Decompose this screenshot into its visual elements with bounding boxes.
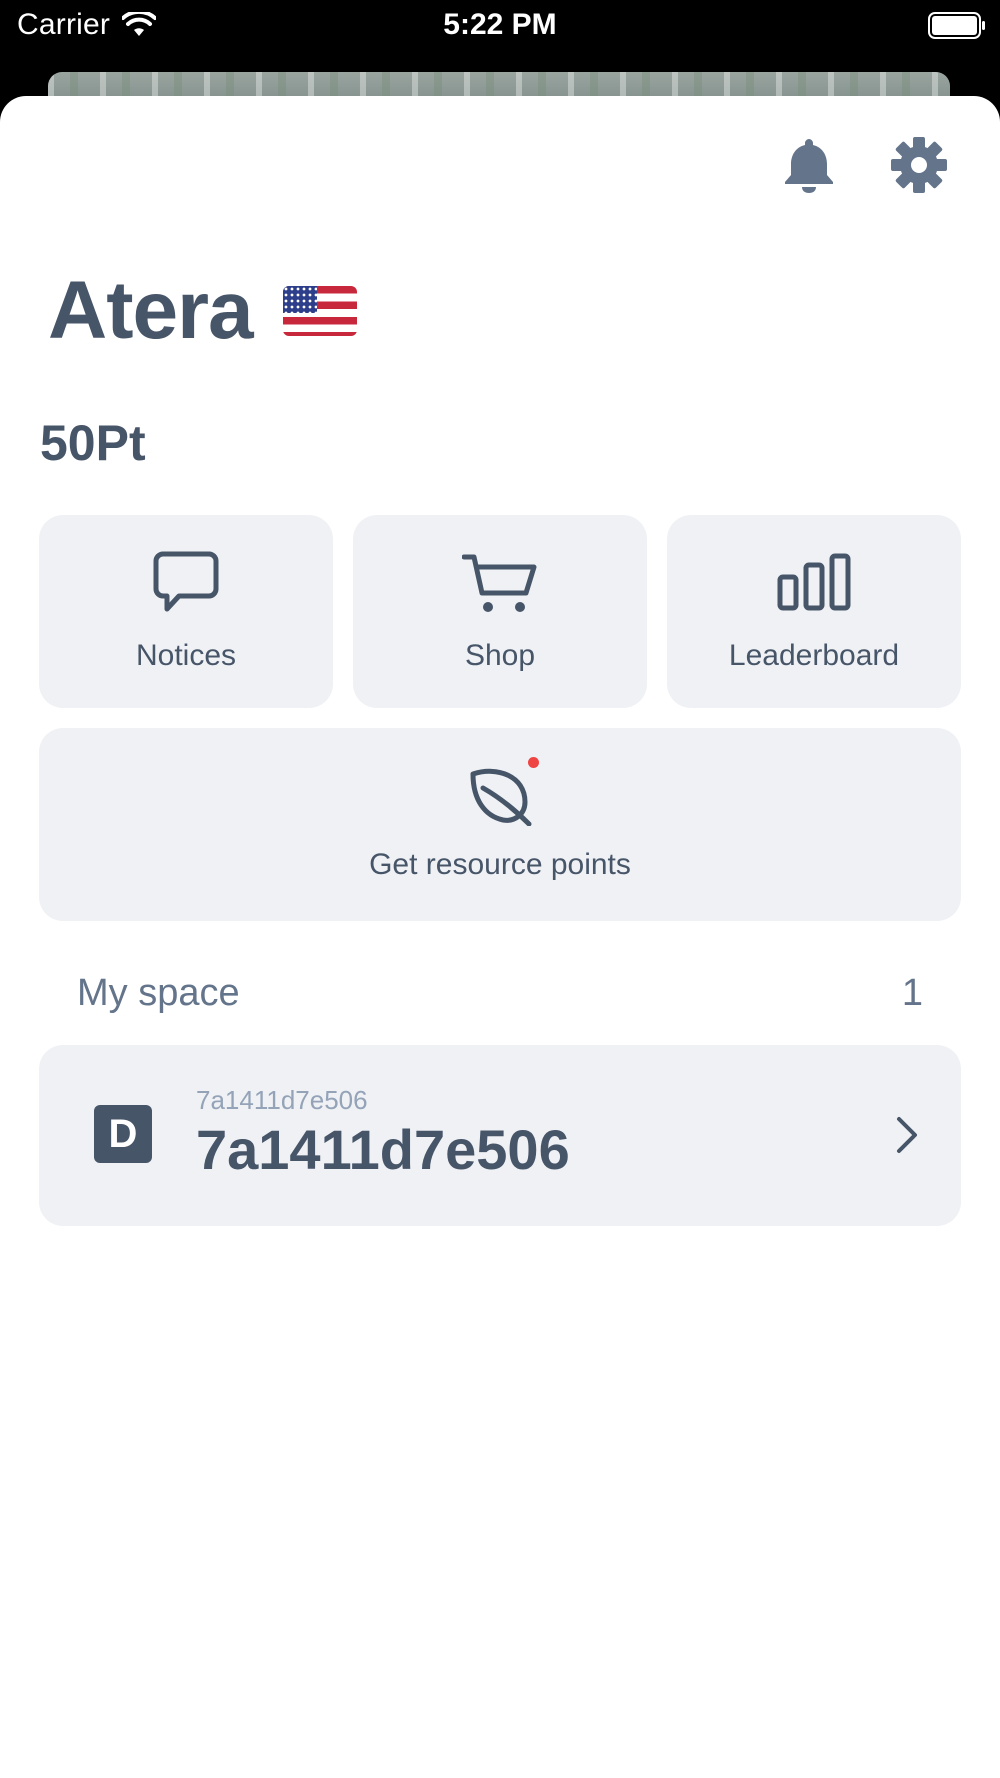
home-sheet: Atera 50Pt Notices Shop Leaderboard Get … [0, 96, 1000, 1778]
profile-header: Atera [48, 264, 357, 358]
points-balance: 50Pt [40, 415, 146, 471]
chevron-right-icon [897, 1117, 917, 1153]
my-space-count: 1 [901, 972, 923, 1014]
leaderboard-label: Leaderboard [728, 639, 900, 672]
battery-icon [928, 12, 985, 39]
chat-bubble-icon [153, 551, 219, 612]
cart-icon [462, 554, 537, 612]
shop-button[interactable]: Shop [353, 515, 647, 708]
notices-button[interactable]: Notices [39, 515, 333, 708]
username: Atera [48, 265, 254, 356]
get-resource-points-label: Get resource points [369, 848, 631, 881]
status-bar: Carrier 5:22 PM [0, 0, 1000, 58]
space-list-item[interactable]: D 7a1411d7e506 7a1411d7e506 [39, 1045, 961, 1226]
my-space-title: My space [77, 972, 240, 1014]
settings-button[interactable] [889, 135, 949, 195]
space-subtitle: 7a1411d7e506 [196, 1085, 368, 1115]
shop-label: Shop [464, 639, 536, 672]
space-name: 7a1411d7e506 [196, 1118, 570, 1181]
leaderboard-button[interactable]: Leaderboard [667, 515, 961, 708]
notifications-button[interactable] [779, 135, 839, 195]
leaf-icon [470, 768, 532, 826]
bar-chart-icon [777, 553, 851, 611]
get-resource-points-button[interactable]: Get resource points [39, 728, 961, 921]
bell-icon [785, 139, 833, 193]
clock: 5:22 PM [443, 8, 557, 41]
gear-icon [891, 137, 947, 193]
space-avatar: D [94, 1105, 152, 1163]
notification-dot [528, 757, 539, 768]
notices-label: Notices [135, 639, 237, 672]
us-flag-icon [282, 286, 357, 336]
